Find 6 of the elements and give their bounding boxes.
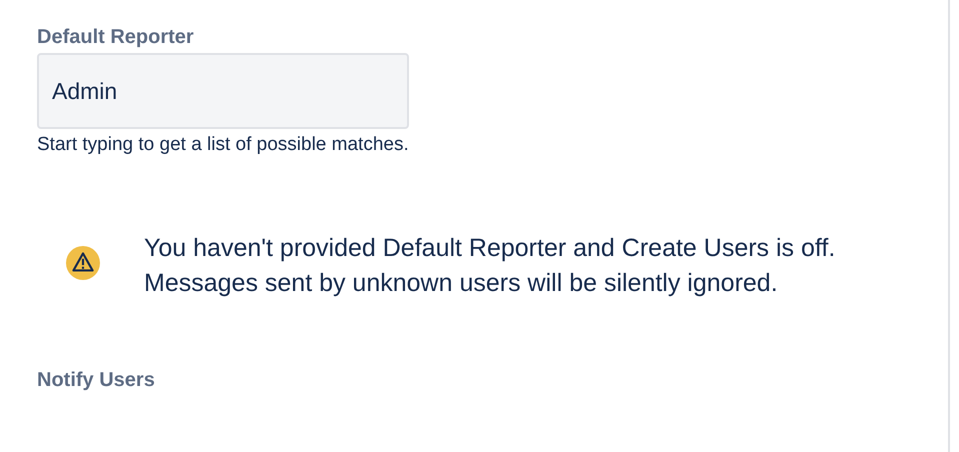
input-field[interactable]: Admin <box>37 53 409 129</box>
field-label: Notify Users <box>37 368 156 393</box>
help-text: Start typing to get a list of possible matches. <box>37 133 410 157</box>
warning-icon <box>66 246 100 280</box>
warning-message: You haven't provided Default Reporter and Create Users is off. Messages sent by unknown users will be silently ignored. <box>144 233 836 299</box>
field-label: Default Reporter <box>37 25 195 50</box>
